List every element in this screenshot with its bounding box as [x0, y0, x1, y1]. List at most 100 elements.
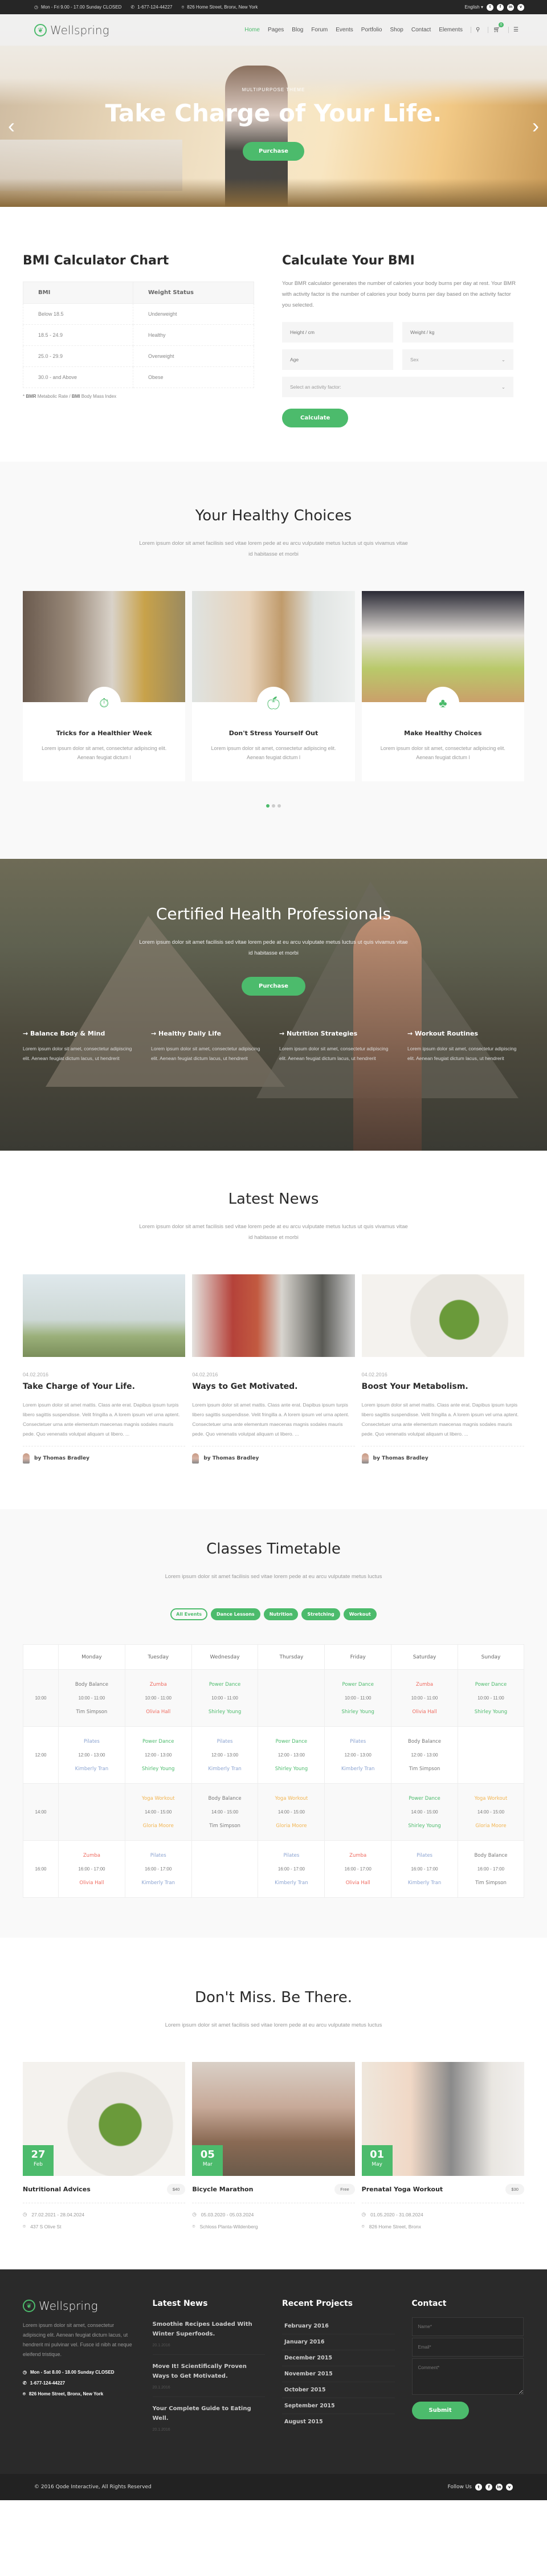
project-link[interactable]: November 2015	[282, 2366, 395, 2382]
nav-portfolio[interactable]: Portfolio	[361, 27, 382, 33]
vimeo-icon[interactable]: v	[506, 2484, 513, 2491]
class-name[interactable]: Zumba	[59, 1849, 125, 1862]
logo[interactable]: ❦ Wellspring	[34, 23, 109, 37]
class-cell[interactable]: Body Balance 10:00 - 11:00 Tim Simpson	[58, 1669, 125, 1727]
class-instructor[interactable]: Kimberly Tran	[258, 1876, 324, 1890]
class-instructor[interactable]: Kimberly Tran	[192, 1762, 258, 1776]
search-icon[interactable]: ⚲	[471, 27, 480, 33]
menu-icon[interactable]: ☰	[508, 27, 519, 33]
class-cell[interactable]: Pilates 16:00 - 17:00 Kimberly Tran	[391, 1840, 458, 1898]
class-cell[interactable]: Body Balance 14:00 - 15:00 Tim Simpson	[191, 1783, 259, 1841]
news-item[interactable]: 04.02.2016 Take Charge of Your Life. Lor…	[23, 1274, 186, 1464]
class-instructor[interactable]: Shirley Young	[458, 1705, 524, 1719]
class-cell[interactable]: Pilates 12:00 - 13:00 Kimberly Tran	[191, 1726, 259, 1784]
event-image[interactable]: 27 Feb	[23, 2062, 186, 2176]
footer-news-item[interactable]: Move It! Scientifically Proven Ways to G…	[152, 2362, 265, 2397]
class-name[interactable]: Zumba	[125, 1678, 191, 1691]
class-cell[interactable]: Power Dance 10:00 - 11:00 Shirley Young	[457, 1669, 525, 1727]
class-cell[interactable]: Pilates 12:00 - 13:00 Kimberly Tran	[58, 1726, 125, 1784]
footer-logo[interactable]: ❦ Wellspring	[23, 2299, 136, 2313]
twitter-icon[interactable]: t	[475, 2484, 482, 2491]
age-input[interactable]	[282, 349, 393, 370]
choice-card[interactable]: 🍏︎ Don't Stress Yourself Out Lorem ipsum…	[192, 591, 355, 781]
nav-contact[interactable]: Contact	[411, 27, 431, 33]
class-cell[interactable]: Power Dance 12:00 - 13:00 Shirley Young	[258, 1726, 325, 1784]
class-instructor[interactable]: Tim Simpson	[59, 1705, 125, 1719]
slider-prev-arrow-icon[interactable]: ‹	[8, 114, 15, 138]
class-instructor[interactable]: Shirley Young	[192, 1705, 258, 1719]
class-name[interactable]: Power Dance	[258, 1735, 324, 1748]
activity-factor-select[interactable]: Select an activity factor: ⌄	[282, 377, 513, 397]
class-name[interactable]: Zumba	[391, 1678, 458, 1691]
class-name[interactable]: Pilates	[325, 1735, 391, 1748]
news-image[interactable]	[192, 1274, 355, 1357]
slider-next-arrow-icon[interactable]: ›	[532, 114, 539, 138]
class-cell[interactable]: Zumba 10:00 - 11:00 Olivia Hall	[391, 1669, 458, 1727]
news-image[interactable]	[23, 1274, 186, 1357]
twitter-icon[interactable]: t	[487, 3, 493, 11]
linkedin-icon[interactable]: in	[496, 2484, 503, 2491]
event-image[interactable]: 05 Mar	[192, 2062, 355, 2176]
event-image[interactable]: 01 May	[361, 2062, 524, 2176]
class-instructor[interactable]: Gloria Moore	[258, 1819, 324, 1833]
class-name[interactable]: Power Dance	[325, 1678, 391, 1691]
class-name[interactable]: Power Dance	[391, 1792, 458, 1805]
class-instructor[interactable]: Tim Simpson	[391, 1762, 458, 1776]
class-cell[interactable]: Body Balance 16:00 - 17:00 Tim Simpson	[457, 1840, 525, 1898]
news-author[interactable]: by Thomas Bradley	[23, 1446, 186, 1464]
news-title[interactable]: Ways to Get Motivated.	[192, 1382, 354, 1391]
project-link[interactable]: August 2015	[282, 2414, 395, 2430]
class-name[interactable]: Body Balance	[59, 1678, 125, 1691]
class-instructor[interactable]: Olivia Hall	[125, 1705, 191, 1719]
news-image[interactable]	[361, 1274, 524, 1357]
class-cell[interactable]: Power Dance 10:00 - 11:00 Shirley Young	[324, 1669, 392, 1727]
class-instructor[interactable]: Shirley Young	[125, 1762, 191, 1776]
class-instructor[interactable]: Kimberly Tran	[325, 1762, 391, 1776]
class-instructor[interactable]: Kimberly Tran	[125, 1876, 191, 1890]
class-name[interactable]: Pilates	[59, 1735, 125, 1748]
class-instructor[interactable]: Shirley Young	[258, 1762, 324, 1776]
choice-card[interactable]: ⏱ Tricks for a Healthier Week Lorem ipsu…	[23, 591, 186, 781]
class-cell[interactable]: Body Balance 12:00 - 13:00 Tim Simpson	[391, 1726, 458, 1784]
project-link[interactable]: September 2015	[282, 2398, 395, 2414]
class-cell[interactable]: Pilates 12:00 - 13:00 Kimberly Tran	[324, 1726, 392, 1784]
nav-home[interactable]: Home	[244, 27, 260, 33]
event-card[interactable]: 01 May Prenatal Yoga Workout $30 ◷ 01.05.20…	[361, 2062, 524, 2229]
project-link[interactable]: January 2016	[282, 2334, 395, 2350]
class-instructor[interactable]: Olivia Hall	[325, 1876, 391, 1890]
class-name[interactable]: Pilates	[125, 1849, 191, 1862]
class-name[interactable]: Yoga Workout	[125, 1792, 191, 1805]
nav-events[interactable]: Events	[336, 27, 353, 33]
event-title[interactable]: Prenatal Yoga Workout	[362, 2186, 443, 2193]
nav-pages[interactable]: Pages	[268, 27, 284, 33]
news-title[interactable]: Take Charge of Your Life.	[23, 1382, 185, 1391]
height-input[interactable]	[282, 322, 393, 343]
class-cell[interactable]: Pilates 16:00 - 17:00 Kimberly Tran	[258, 1840, 325, 1898]
class-name[interactable]: Body Balance	[458, 1849, 524, 1862]
news-item[interactable]: 04.02.2016 Boost Your Metabolism. Lorem …	[361, 1274, 524, 1464]
class-cell[interactable]: Zumba 16:00 - 17:00 Olivia Hall	[58, 1840, 125, 1898]
class-name[interactable]: Pilates	[192, 1735, 258, 1748]
class-name[interactable]: Power Dance	[192, 1678, 258, 1691]
choice-card[interactable]: ♣ Make Healthy Choices Lorem ipsum dolor…	[361, 591, 524, 781]
news-author[interactable]: by Thomas Bradley	[361, 1446, 524, 1464]
class-instructor[interactable]: Shirley Young	[391, 1819, 458, 1833]
comment-textarea[interactable]	[411, 2358, 524, 2395]
cart-icon[interactable]: 🛒︎ 0	[488, 22, 504, 33]
class-cell[interactable]: Yoga Workout 14:00 - 15:00 Gloria Moore	[258, 1783, 325, 1841]
filter-workout[interactable]: Workout	[343, 1608, 377, 1620]
class-cell[interactable]: Yoga Workout 14:00 - 15:00 Gloria Moore	[124, 1783, 192, 1841]
language-select[interactable]: English ▾	[465, 5, 484, 10]
facebook-icon[interactable]: f	[485, 2484, 492, 2491]
class-instructor[interactable]: Kimberly Tran	[391, 1876, 458, 1890]
filter-nutrition[interactable]: Nutrition	[263, 1608, 299, 1620]
class-name[interactable]: Pilates	[258, 1849, 324, 1862]
class-instructor[interactable]: Gloria Moore	[125, 1819, 191, 1833]
name-input[interactable]	[411, 2317, 524, 2336]
nav-elements[interactable]: Elements	[439, 27, 463, 33]
footer-news-item[interactable]: Your Complete Guide to Eating Well. 20.1.…	[153, 2404, 266, 2439]
class-cell[interactable]: Yoga Workout 14:00 - 15:00 Gloria Moore	[457, 1783, 525, 1841]
nav-blog[interactable]: Blog	[292, 27, 303, 33]
submit-button[interactable]: Submit	[411, 2402, 469, 2419]
pagination-dot-3[interactable]	[277, 804, 281, 808]
